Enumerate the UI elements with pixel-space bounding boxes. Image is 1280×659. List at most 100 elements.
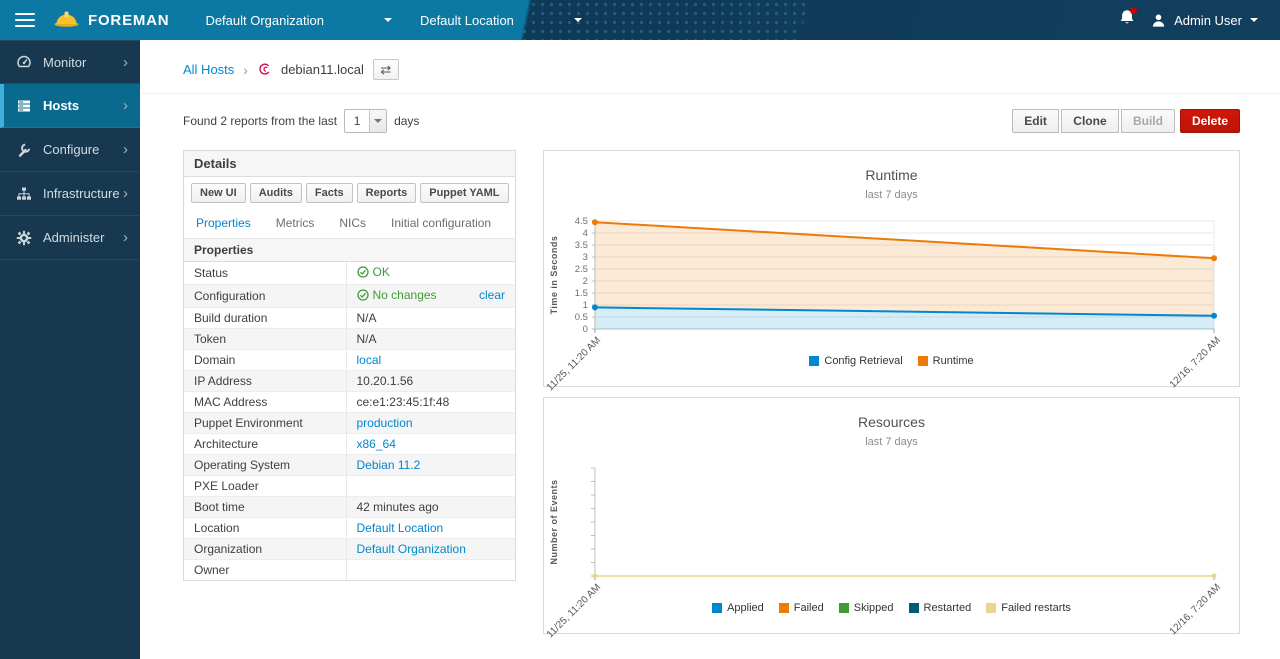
- svg-text:2.5: 2.5: [575, 264, 588, 275]
- runtime-chart-panel: Runtime last 7 days 00.511.522.533.544.5…: [543, 150, 1240, 387]
- property-label: PXE Loader: [184, 476, 346, 497]
- property-value[interactable]: production: [346, 413, 515, 434]
- property-value-link[interactable]: Default Location: [357, 521, 444, 535]
- wrench-icon: [16, 142, 33, 158]
- caret-down-icon: [384, 18, 392, 22]
- property-value[interactable]: Default Organization: [346, 539, 515, 560]
- tab-initial-configuration[interactable]: Initial configuration: [391, 209, 491, 238]
- legend-label: Applied: [727, 602, 764, 614]
- legend-swatch-icon: [986, 603, 996, 613]
- chart-subtitle: last 7 days: [544, 189, 1239, 201]
- sidebar-item-hosts[interactable]: Hosts ›: [0, 84, 140, 128]
- user-menu[interactable]: Admin User: [1151, 13, 1258, 28]
- property-value: No changes clear: [346, 285, 515, 308]
- sidebar-item-administer[interactable]: Administer ›: [0, 216, 140, 260]
- legend-label: Skipped: [854, 602, 894, 614]
- days-select[interactable]: 1: [344, 109, 387, 133]
- property-value-link[interactable]: Debian 11.2: [357, 458, 421, 472]
- table-row: PXE Loader: [184, 476, 515, 497]
- property-label: Domain: [184, 350, 346, 371]
- puppet-yaml-button[interactable]: Puppet YAML: [420, 183, 508, 203]
- sidebar-item-infrastructure[interactable]: Infrastructure ›: [0, 172, 140, 216]
- foreman-brand[interactable]: FOREMAN: [53, 8, 169, 33]
- legend-item[interactable]: Runtime: [918, 355, 974, 367]
- legend-item[interactable]: Config Retrieval: [809, 355, 902, 367]
- property-value-link[interactable]: production: [357, 416, 413, 430]
- status-ok-value: OK: [357, 265, 390, 279]
- edit-button[interactable]: Edit: [1012, 109, 1059, 133]
- notifications-button[interactable]: [1119, 9, 1135, 31]
- clear-link[interactable]: clear: [479, 288, 505, 302]
- property-value: 42 minutes ago: [346, 497, 515, 518]
- sidebar-item-configure[interactable]: Configure ›: [0, 128, 140, 172]
- reports-days-text: days: [394, 114, 419, 128]
- sidebar-item-monitor[interactable]: Monitor ›: [0, 40, 140, 84]
- clone-button[interactable]: Clone: [1061, 109, 1118, 133]
- table-row: ConfigurationNo changesclear: [184, 285, 515, 308]
- legend-item[interactable]: Restarted: [909, 602, 972, 614]
- runtime-chart-plot: 00.511.522.533.544.5Time in Seconds: [544, 209, 1239, 341]
- legend-item[interactable]: Skipped: [839, 602, 894, 614]
- property-value-link[interactable]: x86_64: [357, 437, 396, 451]
- svg-text:1.5: 1.5: [575, 288, 588, 299]
- chevron-right-icon: ›: [123, 55, 128, 70]
- top-navbar: FOREMAN Default Organization Default Loc…: [0, 0, 1280, 40]
- legend-label: Failed: [794, 602, 824, 614]
- organization-dropdown[interactable]: Default Organization: [191, 0, 406, 40]
- table-row: Operating SystemDebian 11.2: [184, 455, 515, 476]
- details-panel: Details New UI Audits Facts Reports Pupp…: [183, 150, 516, 581]
- property-value[interactable]: Debian 11.2: [346, 455, 515, 476]
- breadcrumb-current-host: debian11.local: [281, 62, 364, 77]
- caret-down-icon: [369, 110, 386, 132]
- property-value[interactable]: local: [346, 350, 515, 371]
- server-icon: [16, 98, 33, 114]
- legend-swatch-icon: [909, 603, 919, 613]
- table-row: Architecturex86_64: [184, 434, 515, 455]
- hardhat-logo-icon: [53, 8, 80, 33]
- hamburger-icon[interactable]: [15, 13, 35, 27]
- new-ui-button[interactable]: New UI: [191, 183, 246, 203]
- resources-chart-plot: Number of Events: [544, 456, 1239, 588]
- breadcrumb-all-hosts-link[interactable]: All Hosts: [183, 62, 234, 77]
- property-value[interactable]: Default Location: [346, 518, 515, 539]
- location-dropdown[interactable]: Default Location: [406, 0, 596, 40]
- host-switcher-button[interactable]: ⇄: [373, 59, 399, 80]
- table-row: Owner: [184, 560, 515, 581]
- status-ok-value: No changes: [357, 288, 437, 302]
- gear-icon: [16, 230, 33, 246]
- audits-button[interactable]: Audits: [250, 183, 302, 203]
- details-panel-title: Details: [184, 151, 515, 177]
- tab-nics[interactable]: NICs: [339, 209, 366, 238]
- property-value-link[interactable]: Default Organization: [357, 542, 466, 556]
- caret-down-icon: [574, 18, 582, 22]
- table-row: Domain local: [184, 350, 515, 371]
- legend-swatch-icon: [809, 356, 819, 366]
- facts-button[interactable]: Facts: [306, 183, 353, 203]
- property-value: OK: [346, 262, 515, 285]
- chevron-right-icon: ›: [123, 186, 128, 201]
- breadcrumb: All Hosts › debian11.local ⇄: [140, 40, 1280, 94]
- table-row: IP Address10.20.1.56: [184, 371, 515, 392]
- legend-item[interactable]: Failed: [779, 602, 824, 614]
- check-circle-icon: [357, 266, 369, 278]
- property-label: Boot time: [184, 497, 346, 518]
- property-value-link[interactable]: local: [357, 353, 382, 367]
- properties-table: StatusOKConfigurationNo changesclearBuil…: [184, 262, 515, 580]
- property-value: [346, 476, 515, 497]
- legend-label: Restarted: [924, 602, 972, 614]
- reports-button[interactable]: Reports: [357, 183, 417, 203]
- legend-item[interactable]: Failed restarts: [986, 602, 1071, 614]
- property-value[interactable]: x86_64: [346, 434, 515, 455]
- tab-metrics[interactable]: Metrics: [276, 209, 315, 238]
- tab-properties[interactable]: Properties: [196, 209, 251, 238]
- table-row: StatusOK: [184, 262, 515, 285]
- sitemap-icon: [16, 186, 33, 202]
- location-dropdown-label: Default Location: [420, 13, 514, 28]
- property-value: 10.20.1.56: [346, 371, 515, 392]
- table-row: Boot time42 minutes ago: [184, 497, 515, 518]
- legend-item[interactable]: Applied: [712, 602, 764, 614]
- delete-button[interactable]: Delete: [1180, 109, 1240, 133]
- sidebar-item-label: Hosts: [43, 98, 123, 113]
- notification-badge: [1130, 7, 1137, 14]
- check-circle-icon: [357, 289, 369, 301]
